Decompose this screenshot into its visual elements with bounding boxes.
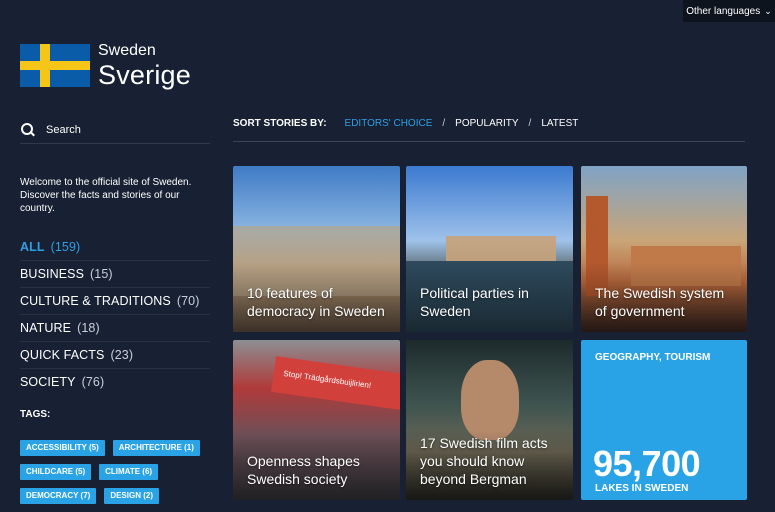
category-business[interactable]: BUSINESS (15) xyxy=(20,261,210,288)
tag-list: ACCESSIBILITY (5) ARCHITECTURE (1) CHILD… xyxy=(20,440,210,512)
story-card[interactable]: 10 features of democracy in Sweden xyxy=(233,166,400,332)
search-icon xyxy=(20,122,36,138)
chevron-down-icon: ⌄ xyxy=(764,5,772,16)
tag-design[interactable]: DESIGN (2) xyxy=(104,488,159,504)
category-all[interactable]: ALL (159) xyxy=(20,234,210,261)
search-label: Search xyxy=(46,124,81,136)
riksdag-building-image xyxy=(446,236,556,261)
category-count: (76) xyxy=(81,375,105,389)
story-card[interactable]: The Swedish system of government xyxy=(581,166,747,332)
site-logo[interactable]: Sweden Sverige xyxy=(20,42,191,90)
tag-architecture[interactable]: ARCHITECTURE (1) xyxy=(112,440,200,456)
story-title: Openness shapes Swedish society xyxy=(247,453,360,487)
category-name: CULTURE & TRADITIONS xyxy=(20,294,171,308)
category-society[interactable]: SOCIETY (76) xyxy=(20,369,210,395)
story-card[interactable]: Political parties in Sweden xyxy=(406,166,573,332)
sort-latest[interactable]: LATEST xyxy=(541,118,578,129)
category-count: (18) xyxy=(77,321,100,335)
sort-popularity[interactable]: POPULARITY xyxy=(455,118,518,129)
category-name: QUICK FACTS xyxy=(20,348,105,362)
sort-label: SORT STORIES BY: xyxy=(233,118,327,129)
story-title: 10 features of democracy in Sweden xyxy=(247,285,385,319)
category-count: (15) xyxy=(90,267,113,281)
fact-caption: LAKES IN SWEDEN xyxy=(595,483,689,494)
category-list: ALL (159) BUSINESS (15) CULTURE & TRADIT… xyxy=(20,234,210,395)
tag-childcare[interactable]: CHILDCARE (5) xyxy=(20,464,92,480)
brand-name-sv: Sverige xyxy=(98,60,191,90)
tag-climate[interactable]: CLIMATE (6) xyxy=(99,464,159,480)
category-count: (159) xyxy=(50,240,81,254)
category-nature[interactable]: NATURE (18) xyxy=(20,315,210,342)
tag-democracy[interactable]: DEMOCRACY (7) xyxy=(20,488,97,504)
brand-name-en: Sweden xyxy=(98,42,156,59)
separator: / xyxy=(442,118,446,129)
category-count: (23) xyxy=(110,348,134,362)
other-languages-button[interactable]: Other languages ⌄ xyxy=(683,0,775,22)
welcome-text: Welcome to the official site of Sweden. … xyxy=(20,177,192,214)
sort-bar: SORT STORIES BY: EDITORS' CHOICE / POPUL… xyxy=(233,113,745,142)
story-title: 17 Swedish film acts you should know bey… xyxy=(420,435,548,487)
category-name: SOCIETY xyxy=(20,375,76,389)
story-title: Political parties in Sweden xyxy=(420,285,529,319)
category-quick-facts[interactable]: QUICK FACTS (23) xyxy=(20,342,210,369)
category-culture-traditions[interactable]: CULTURE & TRADITIONS (70) xyxy=(20,288,210,315)
sort-editors-choice[interactable]: EDITORS' CHOICE xyxy=(345,118,433,129)
actress-portrait-image xyxy=(461,360,519,440)
search-button[interactable]: Search xyxy=(20,117,210,144)
category-name: BUSINESS xyxy=(20,267,85,281)
separator: / xyxy=(528,118,532,129)
category-name: NATURE xyxy=(20,321,72,335)
story-card[interactable]: Stop! Trädgårdsbuijlirien! Openness shap… xyxy=(233,340,400,500)
tags-heading: TAGS: xyxy=(20,409,51,420)
category-count: (70) xyxy=(176,294,200,308)
tag-accessibility[interactable]: ACCESSIBILITY (5) xyxy=(20,440,105,456)
fact-category: GEOGRAPHY, TOURISM xyxy=(595,352,711,363)
fact-number: 95,700 xyxy=(593,443,701,484)
story-title: The Swedish system of government xyxy=(595,285,725,319)
swedish-flag-icon xyxy=(20,44,90,87)
brand-name: Sweden Sverige xyxy=(98,42,191,90)
other-languages-label: Other languages xyxy=(686,5,761,17)
fact-card[interactable]: GEOGRAPHY, TOURISM 95,700 LAKES IN SWEDE… xyxy=(581,340,747,500)
category-name: ALL xyxy=(20,240,45,254)
story-card[interactable]: 17 Swedish film acts you should know bey… xyxy=(406,340,573,500)
